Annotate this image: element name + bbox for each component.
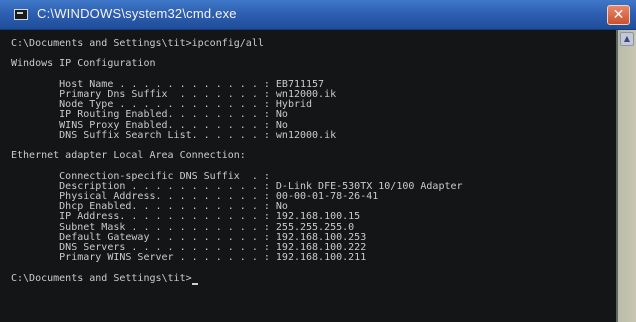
- console-line: C:\Documents and Settings\tit>ipconfig/a…: [11, 38, 264, 49]
- console-line: DNS Suffix Search List. . . . . . : wn12…: [11, 129, 337, 141]
- console-text: C:\Documents and Settings\tit>ipconfig/a…: [11, 38, 463, 284]
- close-icon: ✕: [612, 7, 625, 23]
- window-title: C:\WINDOWS\system32\cmd.exe: [37, 6, 237, 21]
- console-line: C:\Documents and Settings\tit>: [11, 272, 192, 284]
- text-cursor: [191, 282, 198, 285]
- cmd-window-icon[interactable]: [14, 9, 28, 20]
- scroll-up-arrow-icon[interactable]: ▲: [620, 32, 634, 46]
- title-bar[interactable]: C:\WINDOWS\system32\cmd.exe ✕: [0, 0, 636, 30]
- console-line: Ethernet adapter Local Area Connection:: [11, 150, 246, 162]
- close-button[interactable]: ✕: [607, 5, 630, 25]
- console-line: Windows IP Configuration: [11, 58, 156, 70]
- console-output-area[interactable]: C:\Documents and Settings\tit>ipconfig/a…: [0, 30, 618, 322]
- console-line: Primary WINS Server . . . . . . . : 192.…: [11, 252, 367, 264]
- vertical-scrollbar[interactable]: ▲: [618, 30, 636, 322]
- cmd-window: C:\WINDOWS\system32\cmd.exe ✕ C:\Documen…: [0, 0, 636, 322]
